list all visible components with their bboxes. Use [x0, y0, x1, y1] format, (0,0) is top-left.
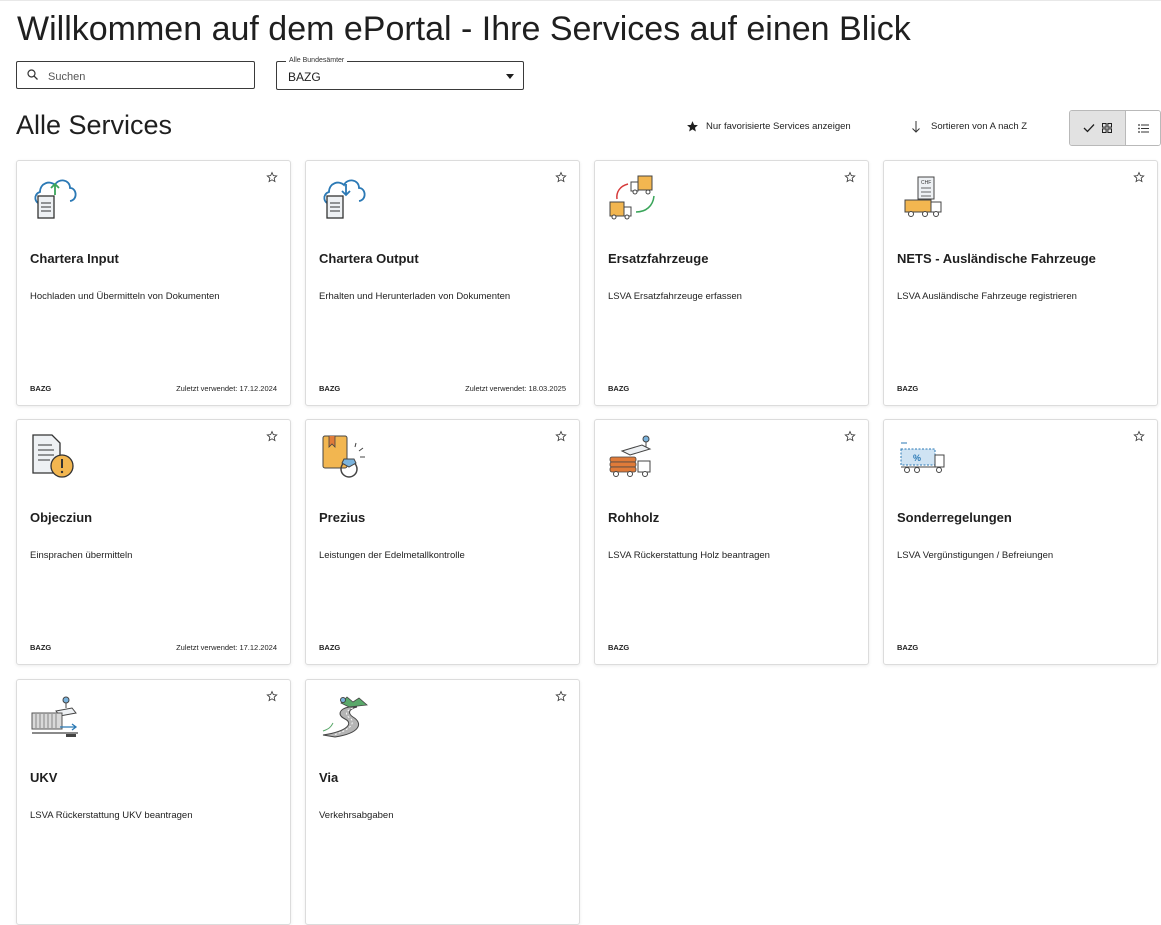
service-card-rohholz[interactable]: Rohholz LSVA Rückerstattung Holz beantra…: [594, 419, 869, 665]
card-title: Chartera Input: [30, 251, 119, 266]
card-org: BAZG: [319, 384, 341, 393]
check-icon: [1083, 124, 1095, 133]
card-org: BAZG: [897, 643, 919, 652]
truck-discount-icon: %: [900, 442, 945, 473]
truck-document-icon: CHF: [904, 176, 942, 217]
office-select[interactable]: Alle Bundesämter BAZG: [276, 56, 524, 90]
card-org: BAZG: [319, 643, 341, 652]
cloud-upload-icon: [34, 179, 77, 219]
list-view-button[interactable]: [1126, 111, 1160, 145]
service-card-objecziun[interactable]: Objecziun Einsprachen übermitteln BAZG Z…: [16, 419, 291, 665]
svg-text:%: %: [913, 453, 921, 463]
card-description: Erhalten und Herunterladen von Dokumente…: [319, 291, 511, 302]
favorite-star-icon[interactable]: [844, 171, 856, 183]
favorite-star-icon[interactable]: [1133, 171, 1145, 183]
card-title: Via: [319, 770, 339, 785]
favorites-filter-button[interactable]: Nur favorisierte Services anzeigen: [686, 120, 851, 133]
star-filled-icon: [686, 120, 699, 133]
ring-certificate-icon: [322, 435, 365, 478]
card-description: Leistungen der Edelmetallkontrolle: [319, 550, 465, 561]
card-last-used: Zuletzt verwendet: 17.12.2024: [176, 384, 277, 393]
rail-transport-icon: [31, 696, 78, 737]
card-description: LSVA Rückerstattung Holz beantragen: [608, 550, 770, 561]
card-org: BAZG: [608, 384, 630, 393]
card-description: Verkehrsabgaben: [319, 810, 394, 821]
search-field[interactable]: [16, 61, 255, 89]
view-toggle: [1069, 110, 1161, 146]
favorite-star-icon[interactable]: [266, 171, 278, 183]
service-card-nets[interactable]: CHF NETS - Ausländische Fahrzeuge LSVA A…: [883, 160, 1158, 406]
card-org: BAZG: [608, 643, 630, 652]
card-title: Rohholz: [608, 510, 660, 525]
favorite-star-icon[interactable]: [266, 690, 278, 702]
chevron-down-icon: [506, 74, 514, 79]
favorite-star-icon[interactable]: [555, 690, 567, 702]
service-card-sonderregelungen[interactable]: % Sonderregelungen LSVA Vergünstigungen …: [883, 419, 1158, 665]
cloud-download-icon: [323, 179, 366, 219]
timber-truck-icon: [609, 435, 652, 477]
card-title: Objecziun: [30, 510, 93, 525]
section-title: Alle Services: [16, 110, 173, 140]
page-title: Willkommen auf dem ePortal - Ihre Servic…: [17, 10, 911, 48]
document-warning-icon: [32, 434, 74, 478]
favorite-star-icon[interactable]: [1133, 430, 1145, 442]
card-last-used: Zuletzt verwendet: 18.03.2025: [465, 384, 566, 393]
road-icon: [322, 696, 368, 738]
card-description: LSVA Vergünstigungen / Befreiungen: [897, 550, 1054, 561]
card-org: BAZG: [30, 643, 52, 652]
sort-button[interactable]: Sortieren von A nach Z: [910, 120, 1027, 133]
card-description: LSVA Ausländische Fahrzeuge registrieren: [897, 291, 1077, 302]
card-org: BAZG: [897, 384, 919, 393]
card-title: NETS - Ausländische Fahrzeuge: [897, 251, 1096, 266]
office-select-label: Alle Bundesämter: [286, 56, 348, 66]
office-select-value: BAZG: [288, 70, 321, 84]
card-last-used: Zuletzt verwendet: 17.12.2024: [176, 643, 277, 652]
card-description: Hochladen und Übermitteln von Dokumenten: [30, 291, 220, 302]
card-title: Ersatzfahrzeuge: [608, 251, 709, 266]
card-description: Einsprachen übermitteln: [30, 550, 133, 561]
card-description: LSVA Ersatzfahrzeuge erfassen: [608, 291, 742, 302]
favorite-star-icon[interactable]: [844, 430, 856, 442]
truck-swap-icon: [609, 175, 655, 220]
arrow-down-icon: [910, 120, 922, 133]
search-icon: [26, 68, 40, 82]
grid-view-button[interactable]: [1070, 111, 1126, 145]
grid-icon: [1102, 123, 1112, 133]
svg-text:CHF: CHF: [921, 180, 931, 186]
card-title: Prezius: [319, 510, 366, 525]
service-card-chartera-output[interactable]: Chartera Output Erhalten und Herunterlad…: [305, 160, 580, 406]
sort-label: Sortieren von A nach Z: [931, 121, 1028, 132]
card-title: Sonderregelungen: [897, 510, 1012, 525]
service-card-via[interactable]: Via Verkehrsabgaben: [305, 679, 580, 925]
search-input[interactable]: [48, 70, 248, 83]
service-card-chartera-input[interactable]: Chartera Input Hochladen und Übermitteln…: [16, 160, 291, 406]
card-description: LSVA Rückerstattung UKV beantragen: [30, 810, 193, 821]
favorites-filter-label: Nur favorisierte Services anzeigen: [706, 121, 851, 132]
card-org: BAZG: [30, 384, 52, 393]
service-card-ersatzfahrzeuge[interactable]: Ersatzfahrzeuge LSVA Ersatzfahrzeuge erf…: [594, 160, 869, 406]
favorite-star-icon[interactable]: [555, 171, 567, 183]
card-title: UKV: [30, 770, 58, 785]
favorite-star-icon[interactable]: [555, 430, 567, 442]
service-card-ukv[interactable]: UKV LSVA Rückerstattung UKV beantragen: [16, 679, 291, 925]
service-card-prezius[interactable]: Prezius Leistungen der Edelmetallkontrol…: [305, 419, 580, 665]
list-icon: [1137, 123, 1149, 133]
favorite-star-icon[interactable]: [266, 430, 278, 442]
card-title: Chartera Output: [319, 251, 419, 266]
top-divider: [0, 0, 1161, 1]
